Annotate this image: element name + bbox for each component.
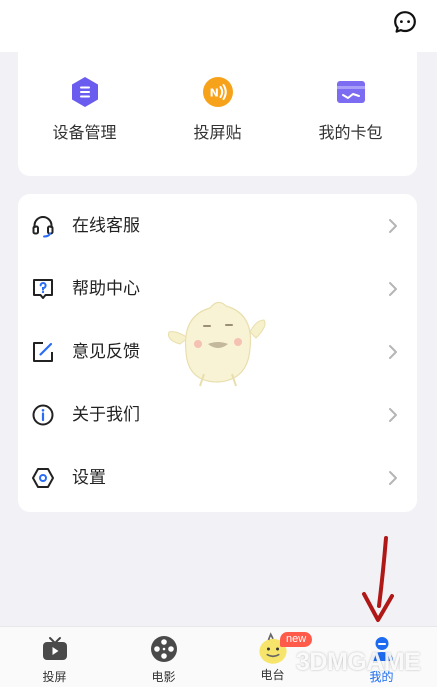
device-management-label: 设备管理 [52,123,117,142]
chevron-right-icon [389,219,397,233]
tab-label: 投屏 [42,670,67,684]
menu-item-about-us[interactable]: 关于我们 [18,383,417,446]
tab-label: 电影 [151,670,176,684]
svg-text:N: N [209,87,218,100]
chevron-right-icon [389,471,397,485]
new-badge: new [280,632,313,647]
card-wallet-button[interactable]: 我的卡包 [284,75,417,165]
chevron-right-icon [389,408,397,422]
card-wallet-label: 我的卡包 [318,123,383,142]
quick-tools-card: 设备管理 N 投屏贴 我的卡包 [18,52,417,176]
chevron-right-icon [389,345,397,359]
tab-screencast[interactable]: 投屏 [0,627,109,687]
menu-item-label: 在线客服 [72,216,140,236]
red-arrow-annotation [362,536,394,622]
settings-hexagon-icon [32,468,54,488]
tv-icon [42,637,67,660]
menu-item-label: 关于我们 [72,405,140,425]
menu-item-online-service[interactable]: 在线客服 [18,194,417,257]
chevron-right-icon [389,282,397,296]
device-management-icon [71,77,98,107]
feedback-edit-icon [33,342,53,362]
chat-bubble-icon[interactable] [393,10,417,34]
menu-item-label: 设置 [72,468,106,488]
site-watermark: 3DMGAME [296,648,421,676]
help-question-icon [33,279,53,299]
film-reel-icon [150,636,177,662]
mascot-sticker-icon [168,301,266,387]
menu-item-label: 帮助中心 [72,279,140,299]
headset-icon [32,216,54,238]
device-management-button[interactable]: 设备管理 [18,75,151,165]
nfc-sticker-button[interactable]: N 投屏贴 [151,75,284,165]
menu-item-label: 意见反馈 [72,342,140,362]
nfc-sticker-label: 投屏贴 [193,123,242,142]
about-info-icon [32,404,54,426]
top-bar [0,0,437,52]
nfc-sticker-icon: N [202,77,233,107]
card-wallet-icon [336,81,365,103]
tab-movies[interactable]: 电影 [109,627,218,687]
menu-item-settings[interactable]: 设置 [18,446,417,509]
